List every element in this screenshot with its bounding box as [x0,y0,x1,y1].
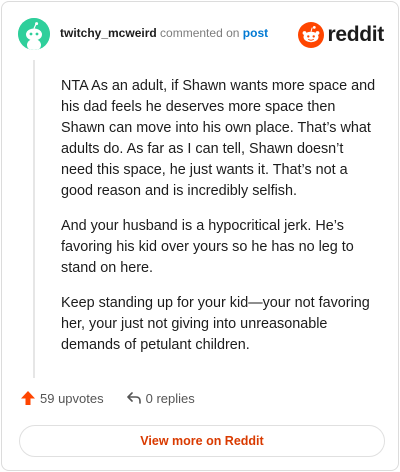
reddit-wordmark: reddit [327,23,384,46]
reply-icon [126,392,141,404]
comment-body: NTA As an adult, if Shawn wants more spa… [61,76,379,370]
reddit-snoo-icon [298,22,325,48]
snoo-avatar-icon [18,18,50,50]
upvote-count: 59 upvotes [40,390,104,406]
reddit-logo[interactable]: reddit [298,22,384,48]
comment-embed-card: twitchy_mcweird commented on post reddit… [1,1,399,471]
username-link[interactable]: twitchy_mcweird [60,26,157,40]
comment-paragraph: And your husband is a hypocritical jerk.… [61,218,354,276]
view-more-button[interactable]: View more on Reddit [19,425,385,457]
thread-line [33,60,35,378]
comment-paragraph: NTA As an adult, if Shawn wants more spa… [61,78,376,199]
upvote-arrow-icon [21,391,35,405]
reply-count: 0 replies [145,390,195,406]
user-avatar[interactable] [18,18,50,50]
action-text: commented on [160,26,240,40]
post-link[interactable]: post [243,26,268,40]
comment-header: twitchy_mcweird commented on post [60,26,268,40]
reply-button[interactable]: 0 replies [126,390,195,406]
comment-paragraph: Keep standing up for your kid—your not f… [61,295,370,353]
comment-footer: 59 upvotes 0 replies [20,390,195,406]
upvote-button[interactable]: 59 upvotes [20,390,104,406]
